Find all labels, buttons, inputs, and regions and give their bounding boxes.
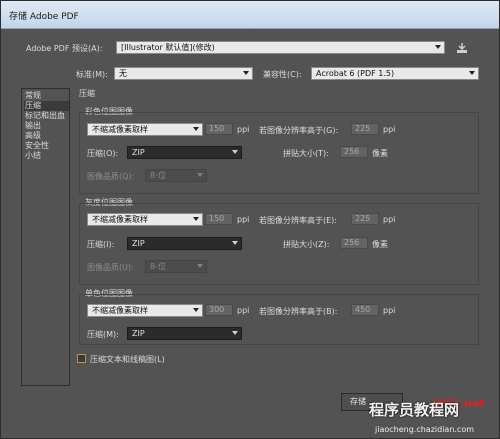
chevron-down-icon [193,308,199,312]
color-compression-label: 压缩(O): [87,149,119,158]
preset-value: [Illustrator 默认值](修改) [121,43,215,52]
color-tile-input[interactable]: 256 [340,146,368,158]
sidebar-item-marks-bleeds[interactable]: 标记和出血 [24,111,69,121]
standard-dropdown[interactable]: 无 [114,67,253,80]
standard-value: 无 [119,69,127,78]
color-quality-dropdown[interactable]: 8-位 [145,169,207,182]
mono-ppi-input[interactable]: 300 [205,304,233,316]
save-preset-icon[interactable] [457,43,467,53]
color-downsample-dropdown[interactable]: 不缩减像素取样 [87,123,203,136]
chevron-down-icon [469,71,475,75]
chevron-down-icon [197,264,203,268]
chevron-down-icon [193,217,199,221]
compat-label: 兼容性(C): [263,70,302,79]
mono-above-input[interactable]: 450 [351,304,379,316]
color-ppi-unit: ppi [237,125,250,134]
title-bar: 存储 Adobe PDF [1,1,499,29]
sidebar-item-output[interactable]: 输出 [24,121,69,131]
color-above-label: 若图像分辨率高于(G): [259,126,339,135]
color-tile-label: 拼贴大小(T): [283,149,329,158]
gray-tile-input[interactable]: 256 [340,237,368,249]
mono-downsample-dropdown[interactable]: 不缩减像素取样 [87,304,203,317]
compress-text-label: 压缩文本和线稿图(L) [90,355,165,364]
chevron-down-icon [435,45,441,49]
gray-quality-label: 图像品质(U): [87,263,134,272]
color-compression-value: ZIP [132,148,145,157]
gray-quality-value: 8-位 [150,262,166,271]
color-tile-unit: 像素 [372,149,388,158]
color-above-unit: ppi [383,125,396,134]
gray-compression-value: ZIP [132,239,145,248]
mono-above-label: 若图像分辨率高于(B): [259,307,338,316]
color-quality-label: 图像品质(Q): [87,172,135,181]
compat-dropdown[interactable]: Acrobat 6 (PDF 1.5) [311,67,479,80]
gray-above-unit: ppi [383,215,396,224]
color-above-input[interactable]: 225 [351,123,379,135]
gray-ppi-input[interactable]: 150 [205,213,233,225]
gray-quality-dropdown[interactable]: 8-位 [145,260,207,273]
gray-compression-label: 压缩(I): [87,240,115,249]
sidebar: 常规 压缩 标记和出血 输出 高级 安全性 小结 [21,88,70,386]
watermark-text: 程序员教程网 [369,401,460,419]
gray-downsample-dropdown[interactable]: 不缩减像素取样 [87,213,203,226]
gray-above-input[interactable]: 225 [351,213,379,225]
mono-compression-label: 压缩(M): [87,330,119,339]
chevron-down-icon [232,150,238,154]
gray-tile-unit: 像素 [372,240,388,249]
gray-ppi-unit: ppi [237,215,250,224]
color-ppi-input[interactable]: 150 [205,123,233,135]
mono-ppi-unit: ppi [237,306,250,315]
color-quality-value: 8-位 [150,171,166,180]
watermark-url: jiaocheng.chazidian.com [375,425,475,434]
chevron-down-icon [232,331,238,335]
sidebar-item-compression[interactable]: 压缩 [24,101,69,111]
sidebar-item-security[interactable]: 安全性 [24,141,69,151]
preset-label: Adobe PDF 预设(A): [26,44,103,53]
preset-dropdown[interactable]: [Illustrator 默认值](修改) [116,41,445,54]
mono-downsample-value: 不缩减像素取样 [92,306,148,315]
sidebar-item-summary[interactable]: 小结 [24,151,69,161]
mono-compression-dropdown[interactable]: ZIP [127,327,242,340]
gray-above-label: 若图像分辨率高于(E): [259,216,337,225]
gray-tile-label: 拼贴大小(Z): [283,240,330,249]
gray-downsample-value: 不缩减像素取样 [92,215,148,224]
chevron-down-icon [193,127,199,131]
mono-above-unit: ppi [383,306,396,315]
sidebar-item-general[interactable]: 常规 [24,91,69,101]
sidebar-item-advanced[interactable]: 高级 [24,131,69,141]
section-title: 压缩 [79,89,95,98]
compress-text-checkbox[interactable] [77,354,86,363]
chevron-down-icon [232,241,238,245]
dialog-window: 存储 Adobe PDF Adobe PDF 预设(A): [Illustrat… [0,0,500,439]
mono-compression-value: ZIP [132,329,145,338]
color-compression-dropdown[interactable]: ZIP [127,146,242,159]
standard-label: 标准(M): [76,70,108,79]
compat-value: Acrobat 6 (PDF 1.5) [316,69,395,78]
color-downsample-value: 不缩减像素取样 [92,125,148,134]
gray-compression-dropdown[interactable]: ZIP [127,237,242,250]
chevron-down-icon [197,173,203,177]
chevron-down-icon [243,71,249,75]
window-title: 存储 Adobe PDF [9,12,79,22]
